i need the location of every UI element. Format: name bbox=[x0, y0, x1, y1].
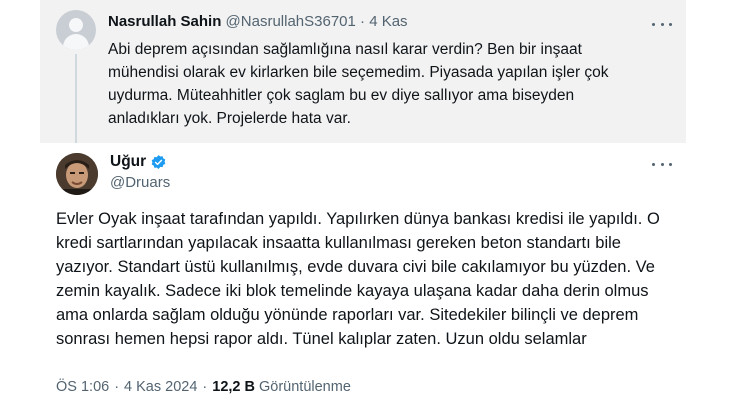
default-avatar-icon[interactable] bbox=[56, 10, 96, 50]
tweet-time[interactable]: ÖS 1:06 bbox=[56, 379, 109, 395]
reply-separator: · bbox=[360, 13, 366, 30]
reply-text: Abi deprem açısından sağlamlığına nasıl … bbox=[108, 41, 609, 127]
user-avatar-photo bbox=[56, 153, 98, 195]
thread-connector-line bbox=[75, 54, 77, 143]
tweet-date[interactable]: 4 Kas 2024 bbox=[124, 379, 197, 395]
main-tweet-text: Evler Oyak inşaat tarafından yapıldı. Ya… bbox=[56, 210, 660, 348]
reply-time[interactable]: 4 Kas bbox=[369, 13, 407, 30]
main-display-name-row: Uğur bbox=[110, 153, 167, 171]
tweet-meta: ÖS 1:06 · 4 Kas 2024 · 12,2 B Görüntülen… bbox=[56, 379, 351, 395]
more-options-icon[interactable] bbox=[652, 19, 672, 29]
reply-header: Nasrullah Sahin @NasrullahS36701 · 4 Kas bbox=[108, 13, 408, 30]
more-options-icon[interactable] bbox=[652, 159, 672, 169]
views-label: Görüntülenme bbox=[259, 379, 351, 395]
reply-handle[interactable]: @NasrullahS36701 bbox=[226, 13, 356, 30]
reply-display-name[interactable]: Nasrullah Sahin bbox=[108, 13, 221, 30]
main-handle[interactable]: @Druars bbox=[110, 174, 170, 191]
main-display-name[interactable]: Uğur bbox=[110, 153, 146, 171]
user-avatar[interactable] bbox=[56, 153, 98, 195]
meta-separator: · bbox=[202, 379, 208, 395]
views-count: 12,2 B bbox=[212, 379, 255, 395]
meta-separator: · bbox=[114, 379, 120, 395]
verified-badge-icon bbox=[151, 154, 166, 169]
